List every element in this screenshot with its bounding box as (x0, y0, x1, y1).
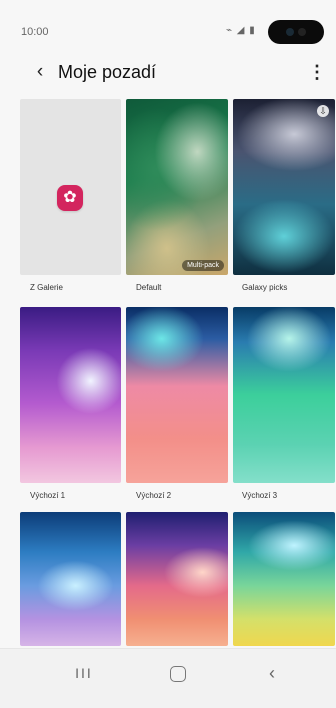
multi-pack-badge: Multi-pack (182, 260, 224, 271)
wallpaper-grid: ✿ Z Galerie Multi-pack Default ⇩ Galaxy … (0, 88, 336, 648)
wallpaper-tile-default[interactable]: Multi-pack (126, 99, 228, 275)
gallery-icon: ✿ (57, 185, 83, 211)
wallpaper-tile[interactable] (233, 512, 335, 646)
home-icon (170, 666, 186, 683)
wallpaper-tile-vychozi-2[interactable] (126, 307, 228, 483)
wallpaper-tile-gallery[interactable]: ✿ (20, 99, 121, 275)
tile-label: Z Galerie (30, 283, 63, 292)
camera-lens-icon (298, 28, 306, 36)
tile-label: Galaxy picks (242, 283, 288, 292)
more-options-icon[interactable]: ⋮ (308, 60, 326, 84)
download-icon: ⇩ (317, 105, 329, 117)
tile-label: Výchozí 2 (136, 491, 172, 500)
status-icons: ⌁ ◢ ▮ (226, 25, 256, 36)
tile-label: Výchozí 1 (30, 491, 66, 500)
recent-apps-button[interactable]: III (64, 661, 104, 685)
front-camera-cutout (268, 20, 324, 44)
navigation-bar: III ‹ (0, 648, 336, 708)
home-button[interactable] (158, 661, 198, 685)
wallpaper-tile-vychozi-1[interactable] (20, 307, 121, 483)
wallpaper-tile-vychozi-3[interactable] (233, 307, 335, 483)
status-bar: 10:00 ⌁ ◢ ▮ (0, 0, 336, 58)
wallpaper-tile-galaxy-picks[interactable]: ⇩ (233, 99, 335, 275)
back-icon[interactable]: ‹ (30, 60, 50, 84)
camera-lens-icon (286, 28, 294, 36)
wallpaper-tile[interactable] (20, 512, 121, 646)
page-title: Moje pozadí (58, 62, 157, 82)
wallpaper-tile[interactable] (126, 512, 228, 646)
tile-label: Default (136, 283, 162, 292)
status-time: 10:00 (21, 26, 49, 38)
tile-label: Výchozí 3 (242, 491, 278, 500)
top-app-bar: ‹ Moje pozadí ⋮ (0, 58, 336, 88)
back-button[interactable]: ‹ (252, 661, 292, 685)
